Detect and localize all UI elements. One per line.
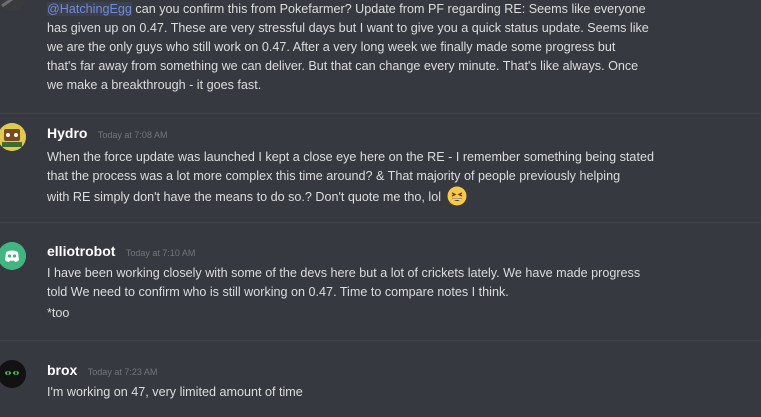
message-body: When the force update was launched I kep… xyxy=(47,148,747,207)
message-body: *too xyxy=(47,304,747,323)
chat-messages: @HatchingEgg can you confirm this from P… xyxy=(0,0,761,417)
timestamp: Today at 7:10 AM xyxy=(125,248,196,258)
message-header: Hydro Today at 7:08 AM xyxy=(47,125,167,143)
message-header: brox Today at 7:23 AM xyxy=(47,362,157,380)
grinning-squinting-face-icon xyxy=(447,186,467,206)
message-line: told We need to confirm who is still wor… xyxy=(47,285,509,299)
avatar[interactable] xyxy=(0,242,26,270)
timestamp: Today at 7:08 AM xyxy=(97,130,168,140)
message-divider xyxy=(0,340,761,341)
message-line: that's far away from something we can de… xyxy=(47,59,639,73)
username[interactable]: elliotrobot xyxy=(47,243,115,259)
message-header: elliotrobot Today at 7:10 AM xyxy=(47,243,195,261)
username[interactable]: brox xyxy=(47,362,77,378)
message-line: can you confirm this from Pokefarmer? Up… xyxy=(131,2,646,16)
avatar[interactable] xyxy=(0,123,26,151)
timestamp: Today at 7:23 AM xyxy=(87,367,158,377)
user-mention[interactable]: @HatchingEgg xyxy=(47,2,132,16)
message-line: we are the only guys who still work on 0… xyxy=(47,40,616,54)
message-line: we make a breakthrough - it goes fast. xyxy=(47,78,262,92)
message-line: with RE simply don't have the means to d… xyxy=(47,190,442,204)
message-body: I'm working on 47, very limited amount o… xyxy=(47,383,747,402)
message-line: When the force update was launched I kep… xyxy=(47,150,654,164)
message-line: *too xyxy=(47,306,70,320)
message-divider xyxy=(0,222,761,223)
message-line: I have been working closely with some of… xyxy=(47,266,641,280)
message-line: that the process was a lot more complex … xyxy=(47,169,621,183)
avatar[interactable] xyxy=(0,360,26,388)
message-line: I'm working on 47, very limited amount o… xyxy=(47,385,303,399)
avatar[interactable] xyxy=(0,0,26,12)
message-line: has given up on 0.47. These are very str… xyxy=(47,21,649,35)
message-body: I have been working closely with some of… xyxy=(47,264,747,302)
message-divider xyxy=(0,113,761,114)
message-body: @HatchingEgg can you confirm this from P… xyxy=(47,0,747,95)
username[interactable]: Hydro xyxy=(47,125,87,141)
